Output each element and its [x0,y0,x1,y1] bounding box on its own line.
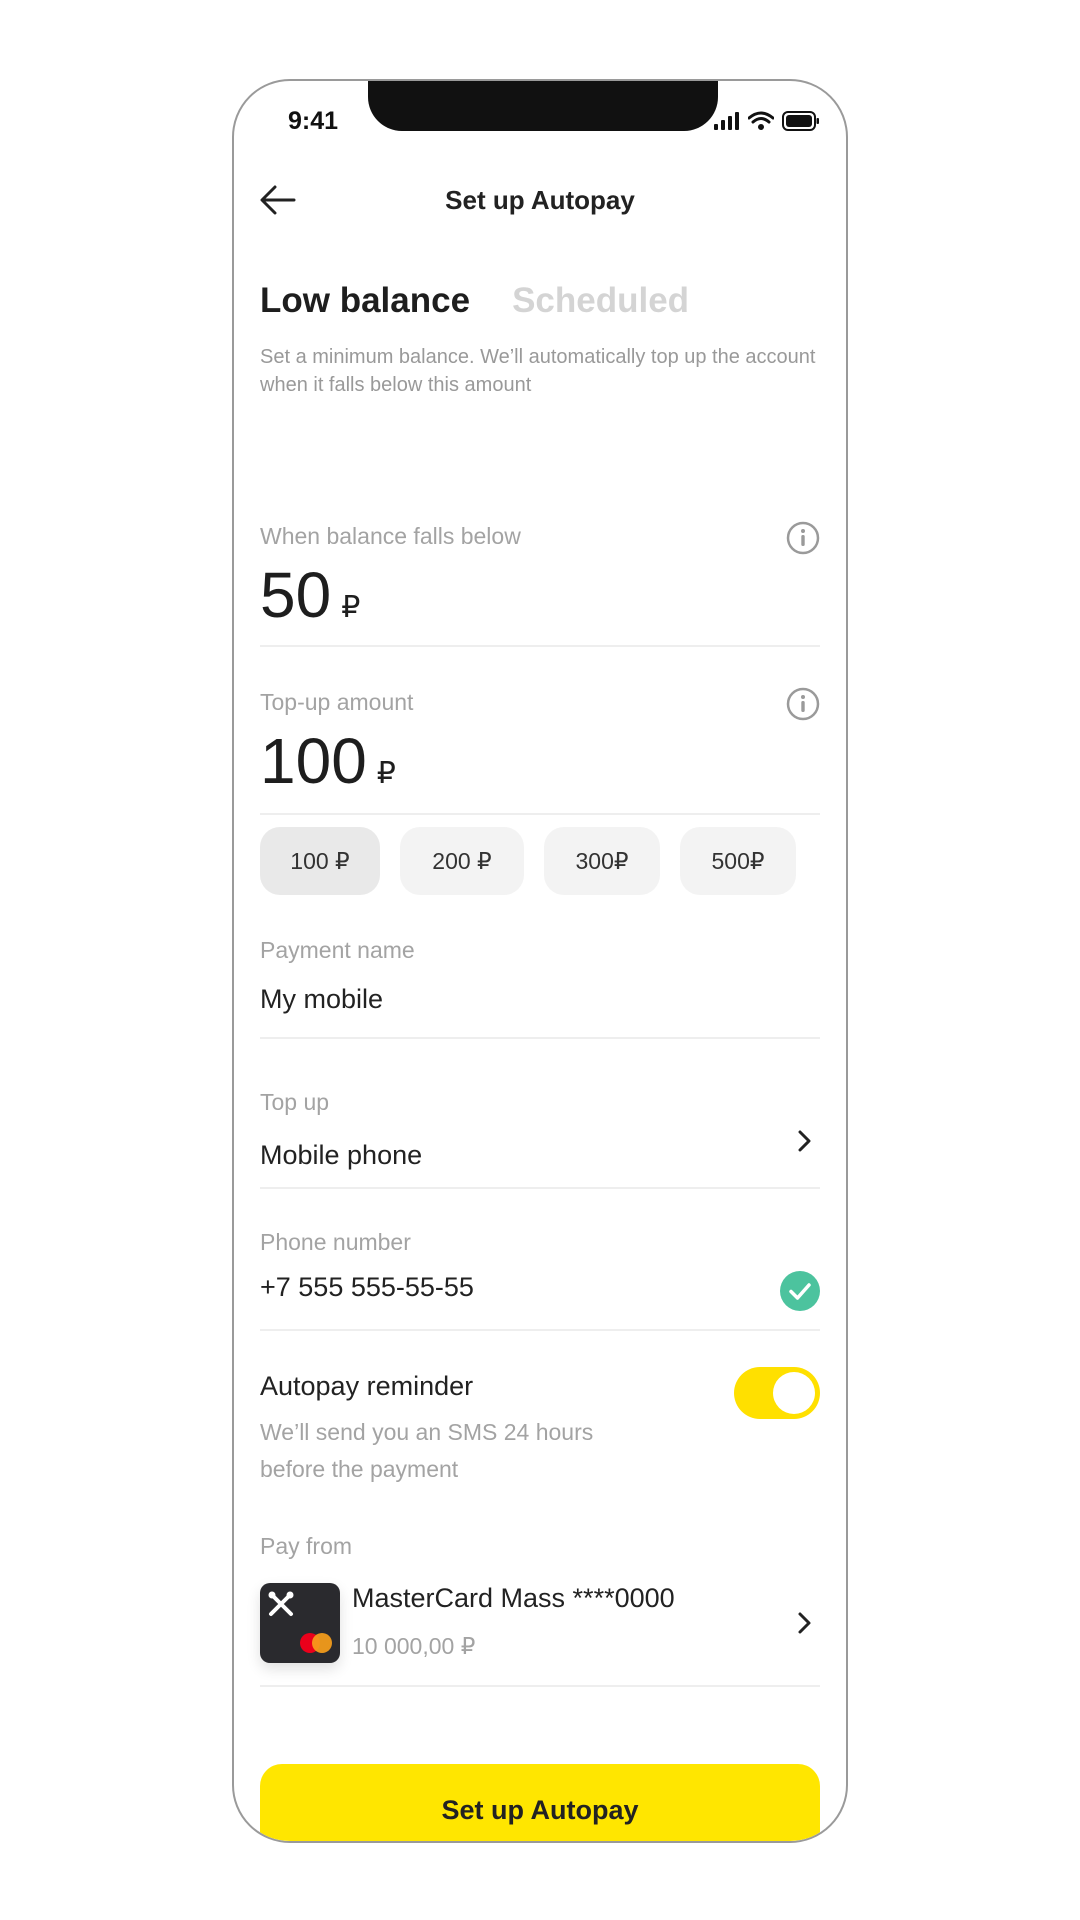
card-name: MasterCard Mass ****0000 [352,1583,675,1613]
reminder-subtitle: We’ll send you an SMS 24 hours before th… [260,1419,594,1482]
tab-bar: Low balance Scheduled [260,281,689,321]
chevron-right-icon[interactable] [794,1129,814,1153]
threshold-value: 50 ₽ [260,558,820,632]
tab-scheduled[interactable]: Scheduled [512,281,689,321]
amount-chip-100[interactable]: 100 ₽ [260,827,380,895]
set-up-autopay-button[interactable]: Set up Autopay [260,1764,820,1841]
check-circle-icon [780,1271,820,1311]
phone-frame: 9:41 Set up Autopay Low balance Schedule… [232,79,848,1843]
info-icon[interactable] [786,687,820,721]
pay-from-card-row[interactable]: MasterCard Mass ****0000 10 000,00 ₽ [260,1583,820,1687]
topup-amount-field[interactable]: Top-up amount 100 ₽ [260,687,820,815]
header: Set up Autopay [260,176,820,224]
phone-number-label: Phone number [260,1229,411,1255]
phone-number-field[interactable]: Phone number +7 555 555-55-55 [260,1229,820,1331]
amount-chips: 100 ₽ 200 ₽ 300₽ 500₽ [260,827,796,895]
amount-chip-200[interactable]: 200 ₽ [400,827,524,895]
bank-logo-icon [268,1591,294,1616]
autopay-reminder: Autopay reminder We’ll send you an SMS 2… [260,1367,820,1488]
card-balance: 10 000,00 ₽ [352,1633,476,1659]
tab-description: Set a minimum balance. We’ll automatical… [260,346,816,396]
topup-amount-currency: ₽ [376,757,396,790]
threshold-label: When balance falls below [260,523,521,549]
topup-amount-number: 100 [260,725,367,797]
topup-target-label: Top up [260,1089,330,1115]
mastercard-logo-icon [300,1633,332,1653]
chevron-right-icon[interactable] [794,1611,814,1635]
threshold-currency: ₽ [341,591,361,624]
tab-low-balance[interactable]: Low balance [260,281,470,321]
screen-content: Set up Autopay Low balance Scheduled Set… [260,81,820,1841]
amount-chip-500[interactable]: 500₽ [680,827,796,895]
topup-target-value: Mobile phone [260,1140,423,1170]
pay-from-label: Pay from [260,1533,353,1559]
threshold-field[interactable]: When balance falls below 50 ₽ [260,521,820,647]
payment-name-label: Payment name [260,937,415,963]
back-arrow-icon[interactable] [260,184,296,216]
info-icon[interactable] [786,521,820,555]
page-title: Set up Autopay [445,184,635,215]
reminder-toggle[interactable] [734,1367,820,1419]
payment-name-field[interactable]: Payment name My mobile [260,937,820,1039]
threshold-amount: 50 [260,559,332,631]
topup-target-field[interactable]: Top up Mobile phone [260,1089,820,1189]
toggle-knob [773,1372,815,1414]
card-thumbnail [260,1583,340,1663]
amount-chip-300[interactable]: 300₽ [544,827,660,895]
topup-amount-label: Top-up amount [260,689,414,715]
payment-name-value: My mobile [260,984,384,1014]
topup-amount-value: 100 ₽ [260,724,820,798]
phone-number-value: +7 555 555-55-55 [260,1272,474,1302]
